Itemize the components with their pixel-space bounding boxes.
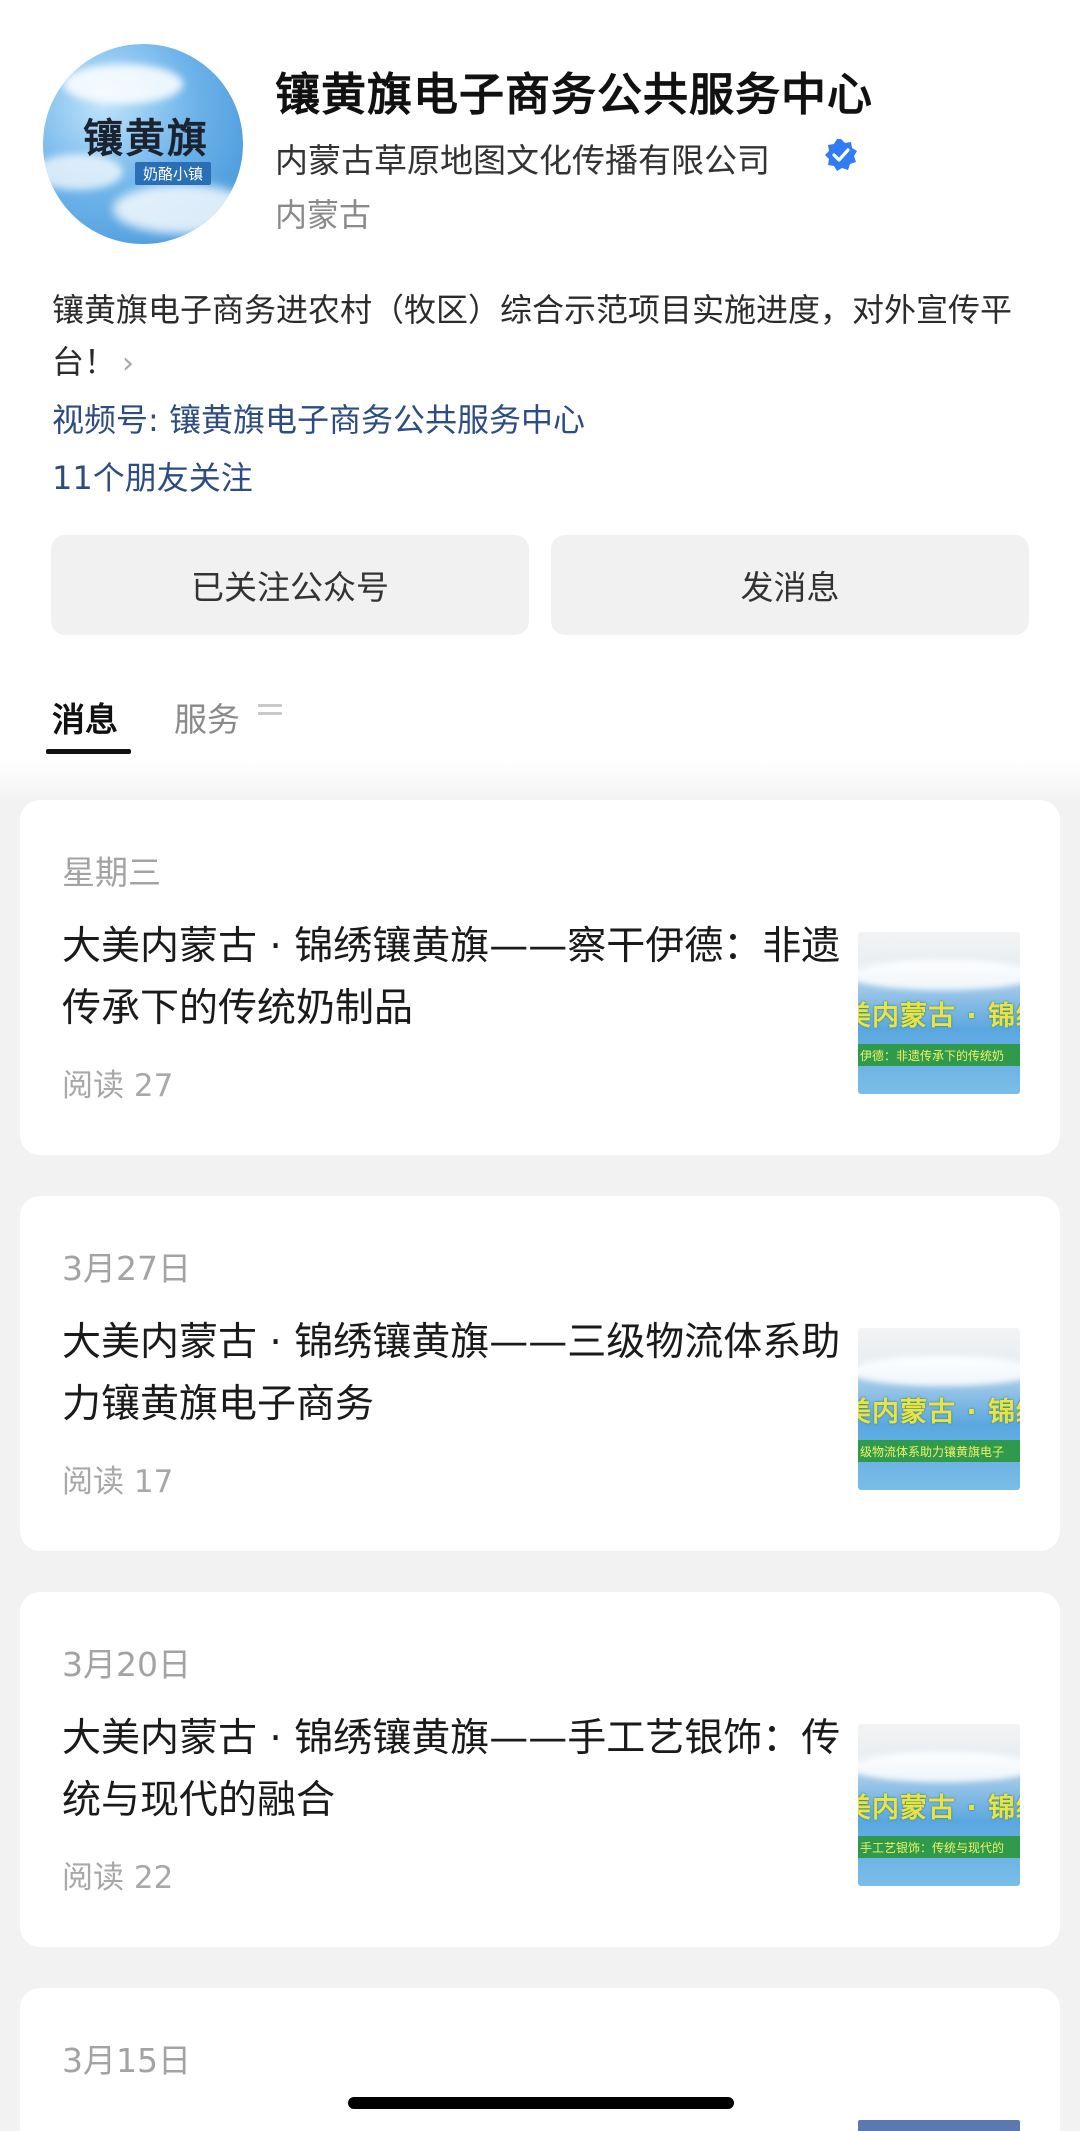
article-read-count: 阅读 27 — [62, 1068, 174, 1104]
article-thumbnail[interactable] — [858, 2120, 1020, 2131]
article-title[interactable]: 大美内蒙古 · 锦绣镶黄旗——察干伊德：非遗传承下的传统奶制品 — [62, 916, 842, 1040]
friends-following-link[interactable]: 11个朋友关注 — [52, 453, 253, 499]
company-name[interactable]: 内蒙古草原地图文化传播有限公司 — [275, 134, 770, 182]
article-date: 3月27日 — [62, 1249, 191, 1288]
chevron-right-icon[interactable]: › — [122, 346, 134, 381]
article-title[interactable]: 大美内蒙古 · 锦绣镶黄旗——手工艺银饰：传统与现代的融合 — [62, 1708, 842, 1832]
avatar-title: 镶黄旗 — [83, 115, 209, 162]
followed-account-button[interactable]: 已关注公众号 — [51, 535, 529, 635]
article-card[interactable]: 3月15日 — [20, 1988, 1060, 2131]
home-indicator[interactable] — [348, 2097, 734, 2109]
article-card[interactable]: 3月27日 大美内蒙古 · 锦绣镶黄旗——三级物流体系助力镶黄旗电子商务 阅读 … — [20, 1196, 1060, 1551]
article-card[interactable]: 3月20日 大美内蒙古 · 锦绣镶黄旗——手工艺银饰：传统与现代的融合 阅读 2… — [20, 1592, 1060, 1947]
thumbnail-cloud — [858, 1752, 1020, 1782]
description-text: 镶黄旗电子商务进农村（牧区）综合示范项目实施进度，对外宣传平台！ — [52, 291, 1013, 381]
send-message-button[interactable]: 发消息 — [551, 535, 1029, 635]
video-channel-link[interactable]: 视频号: 镶黄旗电子商务公共服务中心 — [52, 395, 585, 441]
account-description[interactable]: 镶黄旗电子商务进农村（牧区）综合示范项目实施进度，对外宣传平台！ › — [52, 284, 1032, 390]
thumbnail-banner-text: 美内蒙古 · 锦绣镶 — [858, 1397, 1020, 1428]
menu-icon[interactable] — [258, 704, 282, 724]
account-profile: 镶黄旗 奶酪小镇 镶黄旗电子商务公共服务中心 内蒙古草原地图文化传播有限公司 内… — [0, 0, 1080, 760]
avatar-cloud — [113, 184, 243, 234]
article-date: 星期三 — [62, 853, 161, 892]
avatar-subtitle: 奶酪小镇 — [135, 162, 212, 185]
thumbnail-banner-text: 美内蒙古 · 锦绣镶 — [858, 1001, 1020, 1032]
thumbnail-caption: 级物流体系助力镶黄旗电子 — [860, 1445, 1005, 1459]
account-region: 内蒙古 — [275, 196, 372, 234]
thumbnail-caption-band: 手工艺银饰：传统与现代的 — [858, 1836, 1020, 1858]
article-date: 3月20日 — [62, 1645, 191, 1684]
tab-services[interactable]: 服务 — [174, 693, 240, 741]
thumbnail-caption: 伊德：非遗传承下的传统奶 — [860, 1049, 1005, 1063]
thumbnail-banner-text: 美内蒙古 · 锦绣镶 — [858, 1793, 1020, 1824]
thumbnail-caption-band: 级物流体系助力镶黄旗电子 — [858, 1440, 1020, 1462]
active-tab-indicator — [46, 749, 131, 754]
thumbnail-cloud — [858, 960, 1020, 990]
article-read-count: 阅读 17 — [62, 1464, 174, 1500]
article-date: 3月15日 — [62, 2041, 191, 2080]
article-thumbnail[interactable]: 美内蒙古 · 锦绣镶 级物流体系助力镶黄旗电子 — [858, 1328, 1020, 1490]
avatar-cloud — [63, 64, 183, 104]
article-thumbnail[interactable]: 美内蒙古 · 锦绣镶 伊德：非遗传承下的传统奶 — [858, 932, 1020, 1094]
article-thumbnail[interactable]: 美内蒙古 · 锦绣镶 手工艺银饰：传统与现代的 — [858, 1724, 1020, 1886]
thumbnail-caption: 手工艺银饰：传统与现代的 — [860, 1841, 1005, 1855]
tab-messages[interactable]: 消息 — [52, 693, 118, 741]
article-title[interactable]: 大美内蒙古 · 锦绣镶黄旗——三级物流体系助力镶黄旗电子商务 — [62, 1312, 842, 1436]
thumbnail-cloud — [858, 1356, 1020, 1386]
account-name: 镶黄旗电子商务公共服务中心 — [275, 68, 874, 121]
account-avatar[interactable]: 镶黄旗 奶酪小镇 — [43, 44, 243, 244]
article-read-count: 阅读 22 — [62, 1860, 174, 1896]
article-card[interactable]: 星期三 大美内蒙古 · 锦绣镶黄旗——察干伊德：非遗传承下的传统奶制品 阅读 2… — [20, 800, 1060, 1155]
verified-badge-icon — [825, 139, 857, 171]
thumbnail-caption-band: 伊德：非遗传承下的传统奶 — [858, 1044, 1020, 1066]
